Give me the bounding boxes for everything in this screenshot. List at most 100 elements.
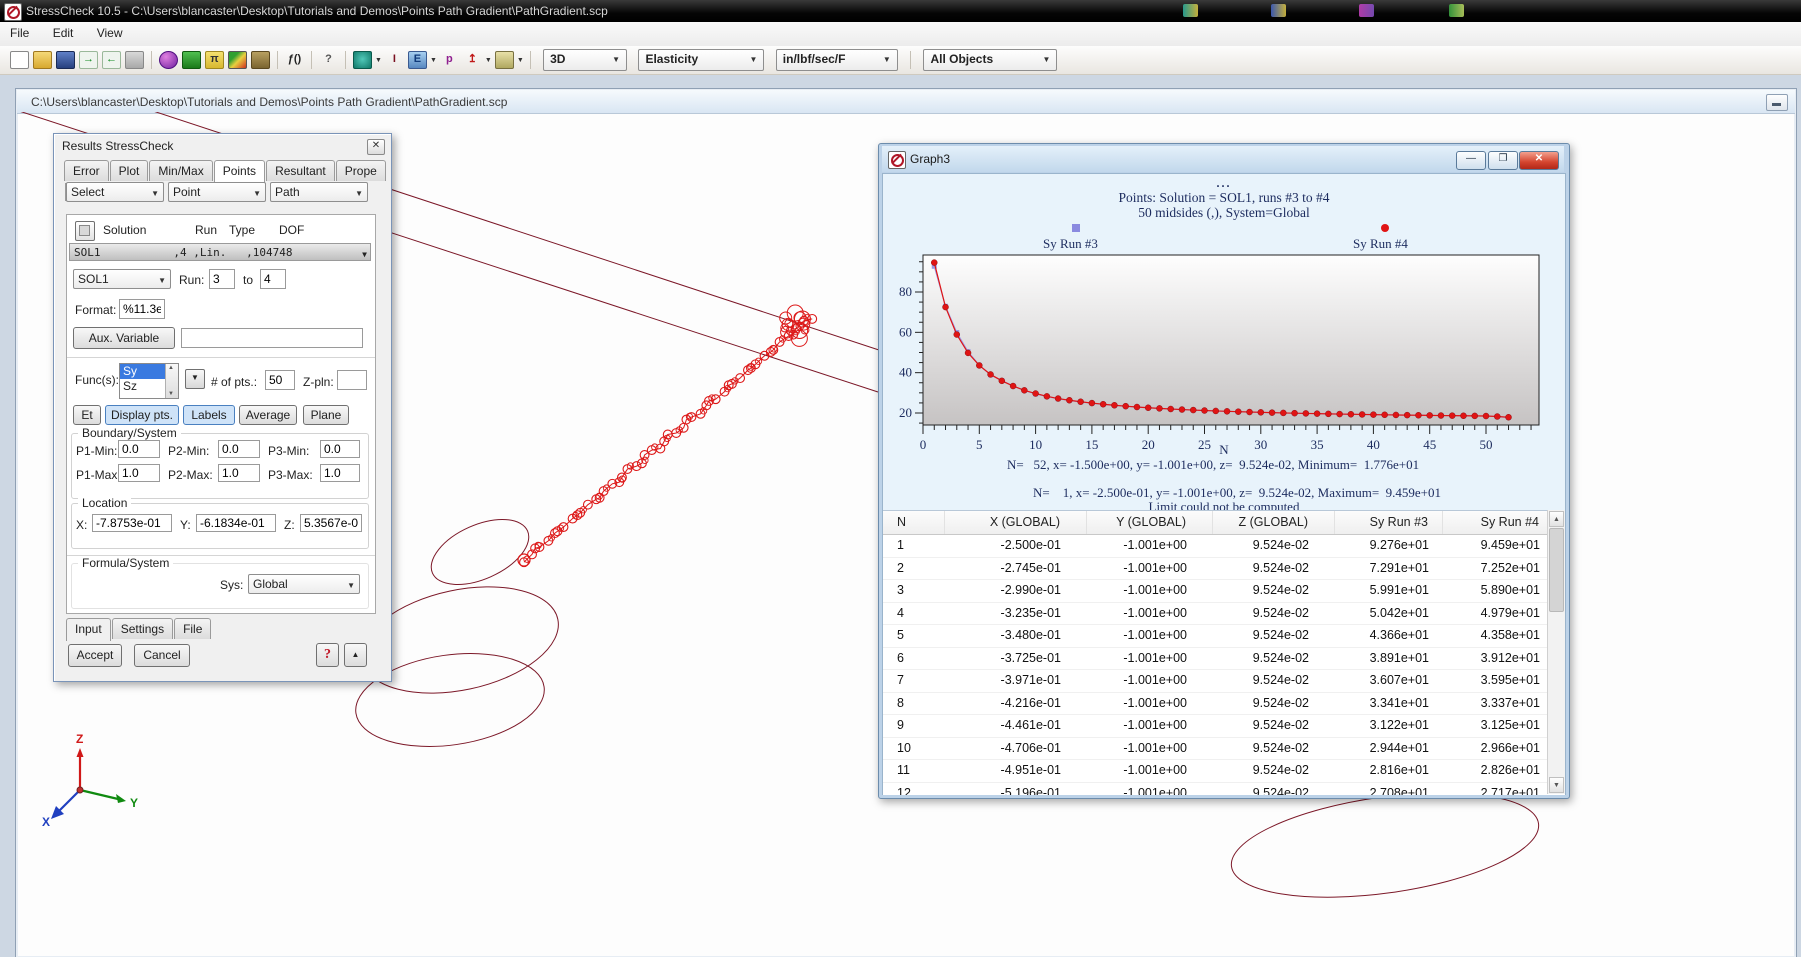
solution-checkbox[interactable] [75,221,95,241]
chevron-down-icon[interactable]: ▼ [375,57,382,64]
column-header[interactable]: X (GLOBAL) [945,511,1087,534]
help-icon[interactable]: ? [319,51,338,69]
table-row[interactable]: 6-3.725e-01-1.001e+009.524e-023.891e+013… [883,648,1565,671]
display-pts-button[interactable]: Display pts. [105,405,179,425]
export-model-icon[interactable]: ← [102,51,121,69]
points-display-icon[interactable]: p [440,51,459,69]
method-select[interactable]: Select [66,182,164,202]
p3min-input[interactable] [320,440,360,458]
table-scrollbar[interactable]: ▲ ▼ [1547,510,1565,794]
import-model-icon[interactable]: → [79,51,98,69]
plane-button[interactable]: Plane [303,405,349,425]
accept-button[interactable]: Accept [68,644,122,667]
view-sphere-icon[interactable] [159,51,178,69]
tab-points[interactable]: Points [214,160,265,183]
run-to-input[interactable] [260,269,286,289]
average-button[interactable]: Average [239,405,297,425]
p2max-input[interactable] [218,464,260,482]
objects-combo[interactable]: All Objects [923,49,1057,71]
p2min-input[interactable] [218,440,260,458]
solution-grid-row[interactable]: SOL1 ,4 ,Lin. ,104748 [69,243,371,261]
tab-plot[interactable]: Plot [110,160,149,181]
et-button[interactable]: Et [73,405,101,425]
theory-combo[interactable]: Elasticity [638,49,764,71]
results-table[interactable]: NX (GLOBAL)Y (GLOBAL)Z (GLOBAL)Sy Run #3… [883,510,1565,795]
chevron-down-icon[interactable]: ▼ [517,57,524,64]
loc-y-input[interactable] [196,514,276,532]
column-header[interactable]: Y (GLOBAL) [1087,511,1213,534]
edge-display-icon[interactable]: E [408,51,427,69]
aux-variable-button[interactable]: Aux. Variable [73,327,175,349]
aux-variable-input[interactable] [181,328,363,348]
mesh-cube-icon[interactable] [182,51,201,69]
zpln-input[interactable] [337,370,367,390]
function-item-sy[interactable]: Sy [120,364,166,379]
display-options-icon[interactable] [228,51,247,69]
column-header[interactable]: Z (GLOBAL) [1213,511,1335,534]
function-editor-icon[interactable]: ƒ() [285,51,304,69]
menu-file[interactable]: File [0,22,39,44]
save-icon[interactable] [56,51,75,69]
plot-print-icon[interactable] [495,51,514,69]
surface-display-icon[interactable] [353,51,372,69]
results-dialog-title[interactable]: Results StressCheck [54,134,391,158]
chevron-down-icon[interactable]: ▼ [485,57,492,64]
table-row[interactable]: 11-4.951e-01-1.001e+009.524e-022.816e+01… [883,760,1565,783]
object-select[interactable]: Point [168,182,266,202]
beam-display-icon[interactable]: I [385,51,404,69]
new-document-icon[interactable] [10,51,29,69]
table-row[interactable]: 1-2.500e-01-1.001e+009.524e-029.276e+019… [883,535,1565,558]
table-row[interactable]: 5-3.480e-01-1.001e+009.524e-024.366e+014… [883,625,1565,648]
function-item-sz[interactable]: Sz [120,379,166,394]
table-row[interactable]: 10-4.706e-01-1.001e+009.524e-022.944e+01… [883,738,1565,761]
extraction-select[interactable]: Path [270,182,368,202]
column-header[interactable]: Sy Run #4 [1443,511,1548,534]
p3max-input[interactable] [320,464,360,482]
table-row[interactable]: 2-2.745e-01-1.001e+009.524e-027.291e+017… [883,558,1565,581]
units-combo[interactable]: in/lbf/sec/F [776,49,898,71]
menu-view[interactable]: View [87,22,133,44]
format-input[interactable] [119,299,165,319]
labels-button[interactable]: Labels [183,405,235,425]
loc-z-input[interactable] [300,514,362,532]
graph-titlebar[interactable]: Graph3 — ❐ ✕ [882,146,1564,172]
sys-select[interactable]: Global [248,574,360,594]
p1min-input[interactable] [118,440,160,458]
close-icon[interactable]: ✕ [367,139,385,155]
bottom-tab-input[interactable]: Input [66,618,111,641]
print-icon[interactable] [125,51,144,69]
exit-door-icon[interactable] [251,51,270,69]
functions-listbox[interactable]: SySz [119,363,179,399]
chevron-down-icon[interactable]: ▼ [430,57,437,64]
help-button[interactable]: ? [316,643,339,667]
table-row[interactable]: 8-4.216e-01-1.001e+009.524e-023.341e+013… [883,693,1565,716]
table-row[interactable]: 3-2.990e-01-1.001e+009.524e-025.991e+015… [883,580,1565,603]
scroll-down-icon[interactable]: ▼ [1549,777,1564,793]
tab-resultant[interactable]: Resultant [266,160,335,181]
p1max-input[interactable] [118,464,160,482]
listbox-scroll[interactable] [165,364,178,398]
solution-select[interactable]: SOL1 [73,269,171,289]
tab-minmax[interactable]: Min/Max [149,160,212,181]
dimension-combo[interactable]: 3D [543,49,627,71]
loc-x-input[interactable] [92,514,172,532]
table-row[interactable]: 4-3.235e-01-1.001e+009.524e-025.042e+014… [883,603,1565,626]
table-row[interactable]: 9-4.461e-01-1.001e+009.524e-023.122e+013… [883,715,1565,738]
open-folder-icon[interactable] [33,51,52,69]
minimize-icon[interactable]: — [1456,151,1486,170]
collapse-button[interactable]: ▲ [344,643,367,667]
table-row[interactable]: 7-3.971e-01-1.001e+009.524e-023.607e+013… [883,670,1565,693]
column-header[interactable]: Sy Run #3 [1335,511,1443,534]
restore-icon[interactable]: ❐ [1488,151,1518,170]
cancel-button[interactable]: Cancel [134,644,190,667]
menu-edit[interactable]: Edit [43,22,84,44]
bottom-tab-settings[interactable]: Settings [112,618,173,639]
mdi-titlebar[interactable]: C:\Users\blancaster\Desktop\Tutorials an… [17,90,1795,114]
load-display-icon[interactable]: ↥ [463,51,482,69]
close-icon[interactable]: ✕ [1519,151,1559,170]
num-points-input[interactable] [265,370,295,390]
bottom-tab-file[interactable]: File [174,618,211,639]
formula-pi-icon[interactable]: π [205,51,224,69]
column-header[interactable]: N [883,511,945,534]
scrollbar-thumb[interactable] [1549,528,1564,612]
